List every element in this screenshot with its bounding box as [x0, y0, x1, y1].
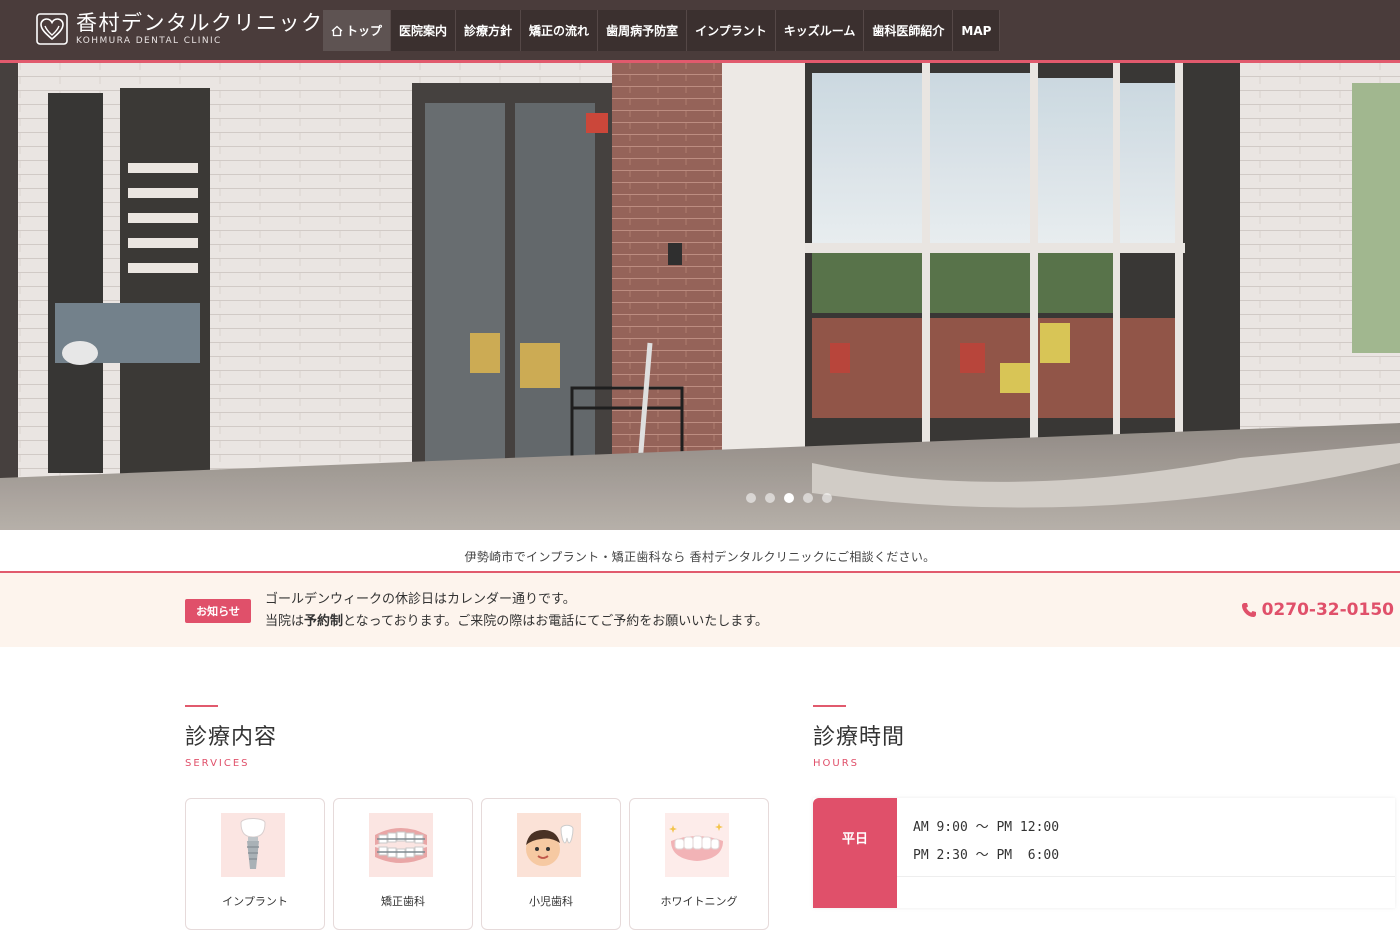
nav-item-label: 診療方針 — [464, 24, 513, 38]
services-title: 診療内容 — [185, 725, 278, 750]
nav-item-label: 医院案内 — [399, 24, 448, 38]
logo[interactable]: 香村デンタルクリニック KOHMURA DENTAL CLINIC — [36, 9, 324, 49]
hours-divider — [897, 876, 1395, 877]
slider-dot[interactable] — [765, 493, 775, 503]
slider-dot-active[interactable] — [784, 493, 794, 503]
hours-row-afternoon: PM 2:30 〜 PM 6:00 — [913, 848, 1060, 863]
phone-link[interactable]: 0270-32-0150 — [1241, 600, 1394, 620]
hours-day-label: 平日 — [841, 832, 868, 847]
clinic-logo-icon — [36, 13, 68, 45]
nav-item-label: トップ — [346, 24, 383, 38]
notice-line-2: 当院は予約制となっております。ご来院の際はお電話にてご予約をお願いいたします。 — [265, 611, 768, 633]
nav-item-kids-room[interactable]: キッズルーム — [775, 10, 865, 51]
service-card-label: インプラント — [222, 895, 288, 908]
nav-item-label: 歯科医師紹介 — [872, 24, 945, 38]
service-card-label: ホワイトニング — [660, 895, 738, 908]
nav-item-periodontal[interactable]: 歯周病予防室 — [598, 10, 688, 51]
notice-bar: お知らせ ゴールデンウィークの休診日はカレンダー通りです。 当院は予約制となって… — [0, 571, 1400, 647]
slider-dot[interactable] — [822, 493, 832, 503]
hours-row-morning: AM 9:00 〜 PM 12:00 — [913, 820, 1060, 835]
service-card-pediatric[interactable]: 小児歯科 — [481, 798, 621, 930]
hours-day-tag: 平日 — [813, 798, 897, 908]
notice-line-2-bold: 予約制 — [304, 614, 344, 629]
nav-item-label: キッズルーム — [783, 24, 856, 38]
notice-badge: お知らせ — [185, 599, 251, 623]
kids-icon — [517, 813, 581, 877]
slider-dots — [746, 493, 832, 503]
hero-slider[interactable] — [0, 63, 1400, 530]
notice-line-2-pre: 当院は — [265, 614, 305, 629]
clinic-building-photo — [0, 63, 1400, 530]
main-nav: トップ 医院案内 診療方針 矯正の流れ 歯周病予防室 インプラント キッズルーム… — [323, 10, 1001, 51]
service-card-label: 矯正歯科 — [381, 895, 425, 908]
notice-text: ゴールデンウィークの休診日はカレンダー通りです。 当院は予約制となっております。… — [265, 589, 768, 633]
services-subtitle: SERVICES — [185, 758, 250, 769]
nav-item-map[interactable]: MAP — [953, 10, 1001, 51]
nav-item-orthodontics-flow[interactable]: 矯正の流れ — [521, 10, 599, 51]
services-rule — [185, 705, 218, 707]
home-icon — [331, 25, 343, 36]
phone-number: 0270-32-0150 — [1261, 600, 1394, 620]
site-header: 香村デンタルクリニック KOHMURA DENTAL CLINIC トップ 医院… — [0, 0, 1400, 63]
slider-dot[interactable] — [803, 493, 813, 503]
nav-item-clinic[interactable]: 医院案内 — [391, 10, 457, 51]
nav-item-label: インプラント — [695, 24, 767, 38]
service-card-orthodontics[interactable]: 矯正歯科 — [333, 798, 473, 930]
nav-item-label: 矯正の流れ — [529, 24, 590, 38]
hours-subtitle: HOURS — [813, 758, 860, 769]
implant-icon — [221, 813, 285, 877]
hours-title: 診療時間 — [813, 725, 906, 750]
nav-item-top[interactable]: トップ — [323, 10, 392, 51]
nav-item-dentists[interactable]: 歯科医師紹介 — [864, 10, 954, 51]
hours-rule — [813, 705, 846, 707]
service-card-label: 小児歯科 — [529, 895, 573, 908]
nav-item-policy[interactable]: 診療方針 — [456, 10, 522, 51]
nav-item-implant[interactable]: インプラント — [687, 10, 776, 51]
nav-item-label: 歯周病予防室 — [606, 24, 679, 38]
notice-line-2-post: となっております。ご来院の際はお電話にてご予約をお願いいたします。 — [343, 614, 769, 629]
nav-item-label: MAP — [961, 23, 992, 38]
phone-icon — [1241, 603, 1256, 617]
slider-dot[interactable] — [746, 493, 756, 503]
service-card-whitening[interactable]: ホワイトニング — [629, 798, 769, 930]
whitening-icon — [665, 813, 729, 877]
logo-subtitle: KOHMURA DENTAL CLINIC — [76, 35, 222, 46]
hours-table: 平日 AM 9:00 〜 PM 12:00 PM 2:30 〜 PM 6:00 — [813, 798, 1395, 908]
braces-icon — [369, 813, 433, 877]
notice-line-1: ゴールデンウィークの休診日はカレンダー通りです。 — [265, 592, 576, 607]
service-card-implant[interactable]: インプラント — [185, 798, 325, 930]
site-tagline: 伊勢崎市でインプラント・矯正歯科なら 香村デンタルクリニックにご相談ください。 — [464, 550, 936, 564]
logo-title: 香村デンタルクリニック — [76, 10, 324, 35]
